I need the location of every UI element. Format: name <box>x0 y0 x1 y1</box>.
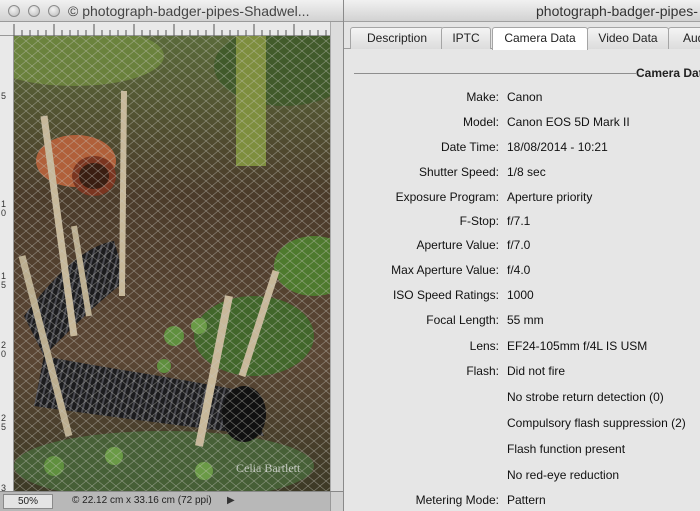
zoom-window-button[interactable] <box>48 5 60 17</box>
camera-data-row: No red-eye reduction <box>344 468 700 488</box>
camera-data-row: Date Time: 18/08/2014 - 10:21 <box>344 140 700 160</box>
ruler-ticks-icon <box>13 24 327 36</box>
document-title: © photograph-badger-pipes-Shadwel... <box>68 3 310 19</box>
camera-data-value[interactable]: 55 mm <box>507 313 544 327</box>
camera-data-label: Model: <box>462 115 499 129</box>
camera-data-value[interactable]: f/7.0 <box>507 238 530 252</box>
file-info-title: photograph-badger-pipes- <box>536 3 698 19</box>
camera-data-row: Make: Canon <box>344 90 700 110</box>
tab-video-data[interactable]: Video Data <box>587 27 669 49</box>
camera-data-label: Exposure Program: <box>395 190 499 204</box>
camera-data-value[interactable]: 1/8 sec <box>507 165 546 179</box>
camera-data-value[interactable]: No red-eye reduction <box>507 468 619 482</box>
camera-data-row: Focal Length: 55 mm <box>344 313 700 333</box>
camera-data-value[interactable]: Pattern <box>507 493 546 507</box>
camera-data-label: ISO Speed Ratings: <box>392 288 499 302</box>
camera-data-row: Exposure Program: Aperture priority <box>344 190 700 210</box>
ruler-number: 2 5 <box>1 413 7 432</box>
photo-badger-pipes-image: Celia Bartlett <box>14 36 330 491</box>
camera-data-label: Metering Mode: <box>415 493 499 507</box>
close-window-button[interactable] <box>8 5 20 17</box>
ruler-number: 1 5 <box>1 271 7 290</box>
camera-data-row: Shutter Speed: 1/8 sec <box>344 165 700 185</box>
camera-data-label: Date Time: <box>440 140 499 154</box>
file-info-window: photograph-badger-pipes- Description IPT… <box>343 0 700 511</box>
camera-data-value[interactable]: Flash function present <box>507 442 625 456</box>
camera-data-row: Compulsory flash suppression (2) <box>344 416 700 436</box>
camera-data-row: Max Aperture Value: f/4.0 <box>344 263 700 283</box>
tab-iptc[interactable]: IPTC <box>441 27 491 49</box>
vertical-scrollbar[interactable] <box>330 22 343 491</box>
photo-watermark: Celia Bartlett <box>236 461 301 475</box>
horizontal-scrollbar[interactable] <box>330 492 343 511</box>
ruler-number: 1 0 <box>1 199 7 218</box>
camera-data-label: Shutter Speed: <box>418 165 499 179</box>
camera-data-panel: Camera Dat Make: Canon Model: Canon EOS 5D … <box>344 50 700 511</box>
camera-data-label: F-Stop: <box>459 214 499 228</box>
tab-description[interactable]: Description <box>350 27 444 49</box>
camera-data-label: Max Aperture Value: <box>391 263 499 277</box>
photo-canvas[interactable]: Celia Bartlett <box>14 36 330 491</box>
camera-data-row: Model: Canon EOS 5D Mark II <box>344 115 700 135</box>
camera-data-value[interactable]: EF24-105mm f/4L IS USM <box>507 339 647 353</box>
vertical-ruler[interactable]: 51 01 52 02 53 0 <box>0 36 14 502</box>
ruler-number: 5 <box>1 91 7 101</box>
camera-data-row: No strobe return detection (0) <box>344 390 700 410</box>
section-title: Camera Dat <box>636 66 700 80</box>
file-info-title-bar[interactable]: photograph-badger-pipes- <box>344 0 700 22</box>
document-title-bar[interactable]: © photograph-badger-pipes-Shadwel... <box>0 0 343 22</box>
camera-data-row: F-Stop: f/7.1 <box>344 214 700 234</box>
camera-data-label: Lens: <box>469 339 499 353</box>
camera-data-label: Aperture Value: <box>416 238 500 252</box>
camera-data-value[interactable]: Did not fire <box>507 364 565 378</box>
tab-camera-data[interactable]: Camera Data <box>492 27 588 50</box>
section-divider <box>354 73 636 74</box>
camera-data-row: Metering Mode: Pattern <box>344 493 700 511</box>
camera-data-value[interactable]: 1000 <box>507 288 534 302</box>
camera-data-value[interactable]: Canon EOS 5D Mark II <box>507 115 630 129</box>
camera-data-row: Flash: Did not fire <box>344 364 700 384</box>
camera-data-value[interactable]: f/7.1 <box>507 214 530 228</box>
camera-data-value[interactable]: f/4.0 <box>507 263 530 277</box>
camera-data-row: Lens: EF24-105mm f/4L IS USM <box>344 339 700 359</box>
camera-data-value[interactable]: Aperture priority <box>507 190 592 204</box>
camera-data-value[interactable]: No strobe return detection (0) <box>507 390 664 404</box>
document-size-info[interactable]: © 22.12 cm x 33.16 cm (72 ppi) <box>72 495 212 506</box>
camera-data-row: Aperture Value: f/7.0 <box>344 238 700 258</box>
camera-data-row: Flash function present <box>344 442 700 462</box>
metadata-tab-bar: Description IPTC Camera Data Video Data … <box>344 22 700 50</box>
camera-data-value[interactable]: Compulsory flash suppression (2) <box>507 416 686 430</box>
zoom-level-field[interactable]: 50% <box>3 494 53 509</box>
document-status-bar: 50% © 22.12 cm x 33.16 cm (72 ppi) ▶ <box>0 491 343 511</box>
minimize-window-button[interactable] <box>28 5 40 17</box>
camera-data-label: Flash: <box>466 364 499 378</box>
horizontal-ruler[interactable] <box>0 22 330 36</box>
camera-data-value[interactable]: 18/08/2014 - 10:21 <box>507 140 608 154</box>
chevron-right-icon[interactable]: ▶ <box>227 495 235 506</box>
camera-data-row: ISO Speed Ratings: 1000 <box>344 288 700 308</box>
document-window: © photograph-badger-pipes-Shadwel... 5 1 … <box>0 0 343 511</box>
camera-data-label: Make: <box>466 90 499 104</box>
ruler-number: 2 0 <box>1 340 7 359</box>
camera-data-value[interactable]: Canon <box>507 90 542 104</box>
tab-audio-data[interactable]: Aud <box>668 27 700 49</box>
camera-data-label: Focal Length: <box>426 313 499 327</box>
